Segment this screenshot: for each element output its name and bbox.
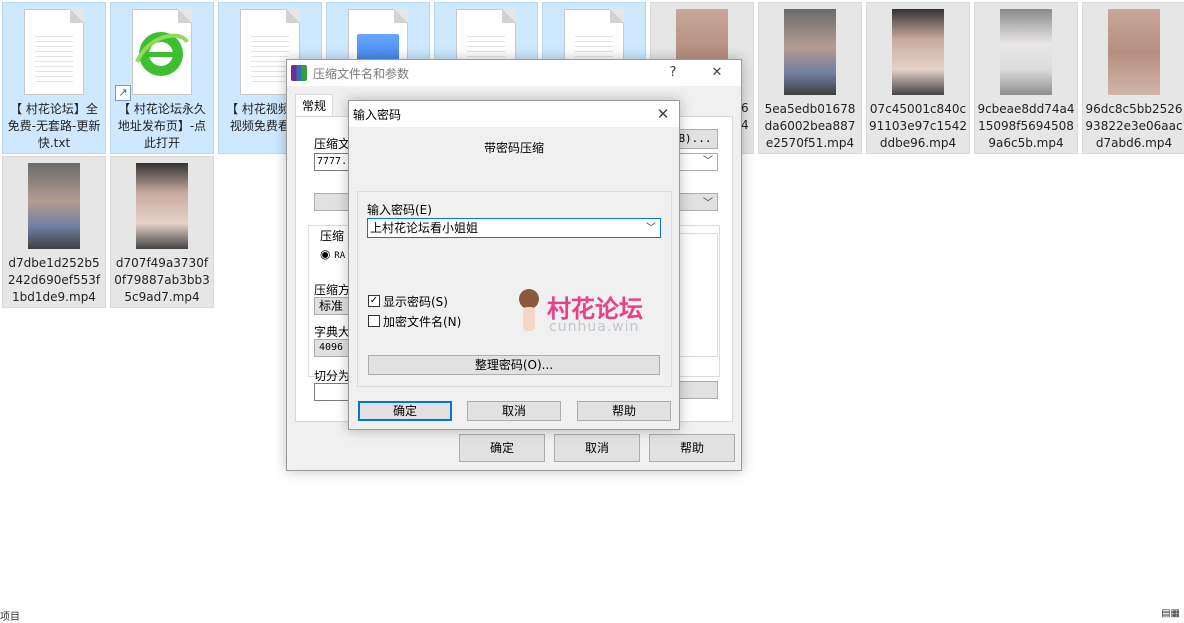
set-password-button[interactable] (676, 381, 718, 399)
help-title-button[interactable]: ? (663, 63, 683, 83)
file-name: 5ea5edb01678da6002bea887e2570f51.mp4 (764, 102, 856, 150)
file-name: d7dbe1d252b5242d690ef553f1bd1de9.mp4 (7, 256, 101, 304)
girl-mascot-body-icon (523, 307, 535, 331)
internet-shortcut-icon (132, 9, 192, 95)
video-thumbnail (136, 163, 188, 249)
file-item[interactable]: 9cbeae8dd74a415098f56945089a6c5b.mp4 (974, 2, 1078, 154)
format-label: 压缩 (320, 227, 345, 244)
file-item[interactable]: d7dbe1d252b5242d690ef553f1bd1de9.mp4 (2, 156, 106, 308)
file-name: 【 村花论坛】全免费-无套路-更新快.txt (7, 102, 101, 150)
file-item[interactable]: 96dc8c5bb252693822e3e06aacd7abd6.mp4 (1082, 2, 1184, 154)
format-rar-radio[interactable]: ◉ RA (320, 247, 345, 261)
password-input[interactable]: 上村花论坛看小姐姐 ﹀ (367, 218, 661, 238)
show-password-checkbox[interactable]: ✓ (368, 295, 380, 307)
cancel-button[interactable]: 取消 (467, 401, 561, 421)
dialog-title: 输入密码 (353, 108, 402, 122)
options-list (676, 233, 718, 357)
dialog-heading: 带密码压缩 (483, 141, 544, 155)
method-label: 压缩方 (314, 283, 351, 297)
encrypt-names-label: 加密文件名(N) (383, 315, 462, 329)
file-name: 9cbeae8dd74a415098f56945089a6c5b.mp4 (977, 102, 1075, 150)
close-button[interactable]: ✕ (653, 104, 673, 124)
archive-name-combo-arrow[interactable]: ﹀ (676, 153, 718, 171)
show-password-label: 显示密码(S) (383, 295, 448, 309)
file-item[interactable]: d707f49a3730f0f79887ab3bb35c9ad7.mp4 (110, 156, 214, 308)
winrar-icon (291, 65, 307, 81)
status-bar-item-count: 项目 (0, 612, 20, 623)
archive-name-label: 压缩文 (314, 137, 351, 151)
video-thumbnail (1000, 9, 1052, 95)
help-button[interactable]: 帮助 (649, 434, 735, 462)
close-button[interactable]: ✕ (707, 63, 727, 83)
password-value: 上村花论坛看小姐姐 (370, 221, 479, 235)
split-label: 切分为 (314, 369, 351, 383)
girl-mascot-icon (519, 289, 539, 309)
file-name: 96dc8c5bb252693822e3e06aacd7abd6.mp4 (1085, 102, 1183, 150)
file-item[interactable]: ↗ 【 村花论坛永久地址发布页】-点此打开 (110, 2, 214, 154)
organize-passwords-button[interactable]: 整理密码(O)... (368, 355, 660, 375)
dialog-title: 压缩文件名和参数 (313, 67, 410, 81)
partial-file-label: 6 (741, 101, 749, 115)
enter-password-label: 输入密码(E) (367, 203, 432, 217)
help-button[interactable]: 帮助 (577, 401, 671, 421)
cancel-button[interactable]: 取消 (554, 434, 640, 462)
ok-button[interactable]: 确定 (459, 434, 545, 462)
watermark-subtitle: cunhua.win (549, 319, 640, 335)
watermark-logo: 村花论坛 cunhua.win (519, 289, 669, 339)
file-item[interactable]: 【 村花论坛】全免费-无套路-更新快.txt (2, 2, 106, 154)
file-item[interactable]: 5ea5edb01678da6002bea887e2570f51.mp4 (758, 2, 862, 154)
shortcut-arrow-icon: ↗ (115, 85, 131, 101)
tab-general[interactable]: 常规 (295, 94, 334, 117)
password-dialog: 输入密码 ✕ 带密码压缩 输入密码(E) 上村花论坛看小姐姐 ﹀ 村花论坛 cu… (348, 100, 680, 430)
chevron-down-icon[interactable]: ﹀ (646, 220, 656, 238)
title-bar: 压缩文件名和参数 ? ✕ (287, 60, 741, 86)
file-item[interactable]: 07c45001c840c91103e97c1542ddbe96.mp4 (866, 2, 970, 154)
encrypt-names-checkbox[interactable] (368, 315, 380, 327)
video-thumbnail (784, 9, 836, 95)
ok-button[interactable]: 确定 (358, 401, 452, 421)
format-rar-label: RA (334, 251, 346, 261)
video-thumbnail (892, 9, 944, 95)
dictionary-label: 字典大 (314, 325, 351, 339)
view-toggle-icon[interactable]: ▤▦ (1161, 608, 1180, 619)
partial-file-label: 4 (741, 118, 749, 132)
file-name: 07c45001c840c91103e97c1542ddbe96.mp4 (869, 102, 967, 150)
file-name: 【 村花论坛永久地址发布页】-点此打开 (117, 102, 207, 150)
title-bar: 输入密码 ✕ (349, 101, 679, 127)
file-name: d707f49a3730f0f79887ab3bb35c9ad7.mp4 (114, 256, 210, 304)
text-file-icon (24, 9, 84, 95)
video-thumbnail (28, 163, 80, 249)
video-thumbnail (1108, 9, 1160, 95)
